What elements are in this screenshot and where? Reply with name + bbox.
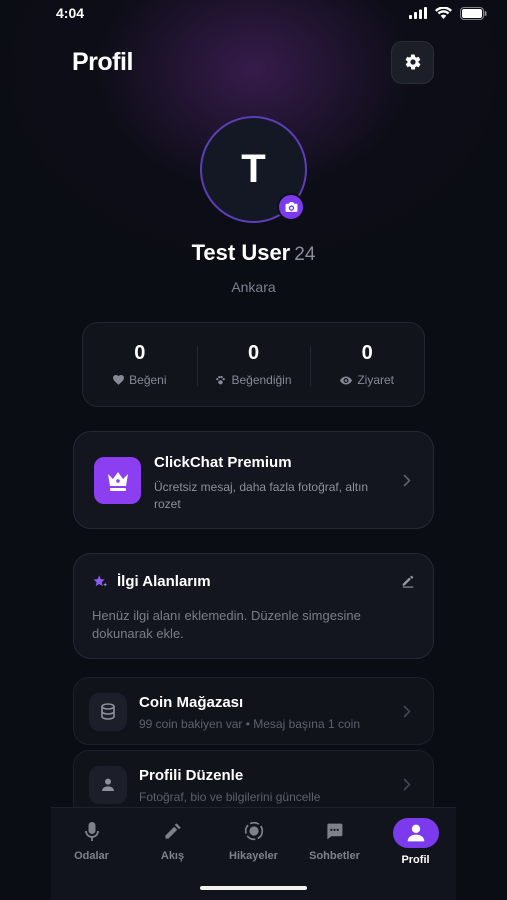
status-bar: 4:04 [0, 0, 507, 26]
wifi-icon [435, 7, 452, 19]
heart-icon [113, 375, 125, 385]
tab-odalar[interactable]: Odalar [51, 818, 132, 866]
stat-visits[interactable]: 0 Ziyaret [310, 342, 424, 387]
interests-empty-text: Henüz ilgi alanı eklemedin. Düzenle simg… [92, 608, 361, 641]
profile-name: Test User [191, 240, 291, 265]
status-icons [409, 6, 487, 20]
stat-label: Ziyaret [357, 373, 395, 387]
profile-age: 24 [294, 244, 316, 265]
stat-liked[interactable]: 0 Beğendiğin [196, 342, 311, 387]
chevron-right-icon [403, 474, 411, 487]
profile-city: Ankara [231, 279, 276, 295]
mic-icon [84, 821, 99, 841]
edit-interests-button[interactable] [401, 574, 415, 593]
interests-title: İlgi Alanlarım [117, 573, 211, 590]
signal-icon [409, 7, 427, 19]
gear-icon [405, 54, 420, 70]
chevron-right-icon [403, 705, 411, 718]
tab-hikayeler[interactable]: Hikayeler [213, 818, 294, 866]
menu-item-title: Coin Mağazası [139, 694, 244, 711]
profile-name-row: Test User 24 [0, 240, 507, 266]
premium-icon-box [94, 457, 141, 504]
pen-icon [165, 823, 181, 839]
stat-value: 0 [134, 342, 146, 364]
menu-item-title: Profili Düzenle [139, 767, 244, 784]
tab-label: Sohbetler [309, 850, 360, 862]
tab-sohbetler[interactable]: Sohbetler [294, 818, 375, 866]
tab-profil[interactable]: Profil [375, 818, 456, 866]
stat-label-row: Ziyaret [310, 373, 424, 387]
avatar-container[interactable]: T [200, 116, 307, 223]
tab-label: Odalar [74, 850, 109, 862]
interests-card: İlgi Alanlarım Henüz ilgi alanı eklemedi… [73, 553, 434, 659]
interests-header: İlgi Alanlarım [92, 573, 211, 590]
menu-item-coin-store[interactable]: Coin Mağazası 99 coin bakiyen var • Mesa… [73, 677, 434, 745]
battery-icon [460, 6, 487, 20]
settings-button[interactable] [391, 40, 434, 84]
menu-icon-box [89, 693, 127, 731]
menu-item-subtitle: Fotoğraf, bio ve bilgilerini güncelle [139, 790, 321, 804]
user-icon [407, 824, 424, 842]
stories-icon [244, 821, 263, 841]
stat-label: Beğendiğin [231, 373, 292, 387]
crown-icon [107, 471, 128, 491]
menu-item-subtitle: 99 coin bakiyen var • Mesaj başına 1 coi… [139, 717, 360, 731]
paw-icon [216, 375, 226, 384]
stat-likes[interactable]: 0 Beğeni [83, 342, 197, 387]
premium-description: Ücretsiz mesaj, daha fazla fotoğraf, alt… [154, 480, 369, 511]
tab-label: Profil [401, 854, 430, 866]
camera-icon [285, 202, 297, 212]
stat-value: 0 [247, 342, 260, 364]
tab-label: Hikayeler [229, 850, 278, 862]
premium-card[interactable]: ClickChat Premium Ücretsiz mesaj, daha f… [73, 431, 434, 529]
chevron-right-icon [403, 778, 411, 791]
menu-icon-box [89, 766, 127, 804]
page-title: Profil [72, 47, 133, 76]
tab-akis[interactable]: Akış [132, 818, 213, 866]
user-edit-icon [102, 778, 114, 791]
stat-label-row: Beğendiğin [197, 373, 311, 387]
premium-title: ClickChat Premium [154, 454, 292, 471]
stats-card: 0 Beğeni 0 Beğendiğin 0 Ziyaret [82, 322, 425, 407]
stat-label-row: Beğeni [83, 373, 197, 387]
change-photo-button[interactable] [277, 193, 305, 221]
stat-label: Beğeni [129, 373, 167, 387]
home-indicator [200, 886, 307, 890]
chat-icon [327, 823, 343, 839]
sparkle-star-icon [93, 574, 108, 587]
eye-icon [340, 376, 353, 384]
tab-label: Akış [160, 850, 185, 862]
coins-icon [101, 703, 115, 720]
stat-value: 0 [361, 342, 373, 364]
page-header: Profil [72, 40, 434, 84]
status-time: 4:04 [56, 5, 85, 21]
pencil-icon [402, 575, 414, 588]
